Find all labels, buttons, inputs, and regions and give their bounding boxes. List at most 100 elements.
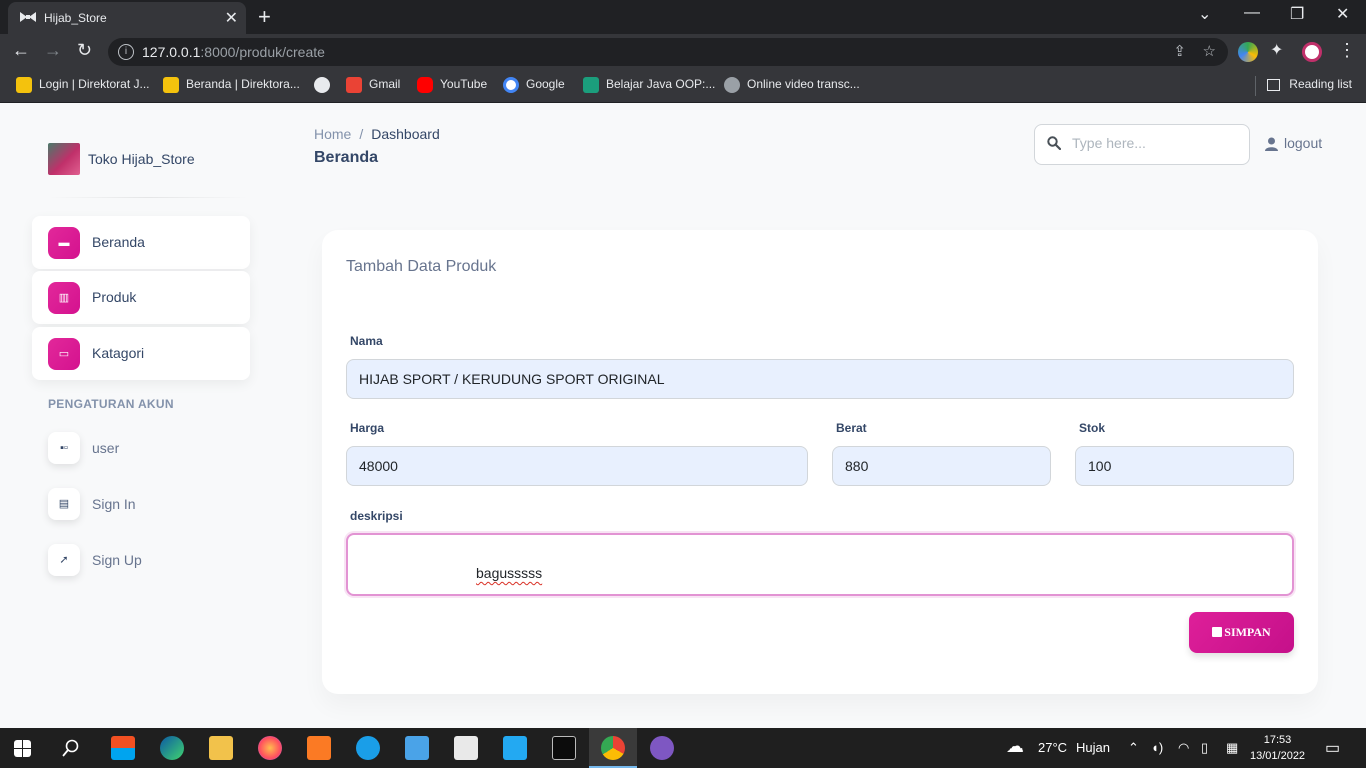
- browser-tab[interactable]: Hijab_Store ✕: [8, 2, 246, 34]
- card-title: Tambah Data Produk: [346, 258, 497, 275]
- bookmarks-bar: Login | Direktorat J... Beranda | Direkt…: [0, 70, 1366, 103]
- floppy-disk-icon: [1212, 627, 1223, 637]
- back-icon[interactable]: ←: [12, 40, 30, 61]
- firefox-icon[interactable]: [258, 736, 282, 760]
- gear-icon: [724, 77, 740, 93]
- calendar-app-icon[interactable]: [454, 736, 478, 760]
- puzzle-extensions-icon[interactable]: ✦: [1270, 40, 1283, 60]
- store-icon[interactable]: [111, 736, 135, 760]
- sidebar-divider: [48, 197, 248, 198]
- bookmark-google[interactable]: Google: [503, 77, 565, 93]
- sidebar-item-katagori[interactable]: ▭ Katagori: [32, 327, 250, 380]
- address-bar[interactable]: i 127.0.0.1:8000/produk/create ⇪ ☆: [108, 38, 1228, 66]
- sidebar-item-label: Beranda: [92, 234, 145, 250]
- internet-explorer-icon[interactable]: [356, 736, 380, 760]
- browser-tab-bar: Hijab_Store ✕ + ⌄ — ❐ ✕: [0, 0, 1366, 34]
- battery-icon[interactable]: ▯: [1201, 740, 1208, 756]
- sidebar-item-beranda[interactable]: ▬ Beranda: [32, 216, 250, 269]
- save-button[interactable]: SIMPAN: [1189, 612, 1294, 653]
- harga-label: Harga: [350, 421, 385, 435]
- brand-name: Toko Hijab_Store: [88, 151, 195, 167]
- github-desktop-icon[interactable]: [650, 736, 674, 760]
- berat-input[interactable]: [832, 446, 1051, 486]
- media-player-icon[interactable]: [405, 736, 429, 760]
- xampp-icon[interactable]: [307, 736, 331, 760]
- bookmark-separator: [1255, 76, 1256, 96]
- gmail-icon: [346, 77, 362, 93]
- bookmark-star-icon[interactable]: ☆: [1203, 42, 1216, 60]
- sidebar-item-produk[interactable]: ▥ Produk: [32, 271, 250, 324]
- globe-icon: [314, 77, 330, 93]
- chrome-icon[interactable]: [601, 736, 625, 760]
- app-page: Toko Hijab_Store ▬ Beranda ▥ Produk ▭ Ka…: [0, 103, 1366, 728]
- nama-label: Nama: [350, 334, 383, 348]
- user-icon: [1265, 137, 1278, 152]
- edge-icon[interactable]: [160, 736, 184, 760]
- notification-icon[interactable]: ▭: [1325, 738, 1340, 758]
- search-taskbar-icon[interactable]: [62, 739, 80, 757]
- site-info-icon[interactable]: i: [118, 44, 134, 60]
- bookmark-youtube[interactable]: YouTube: [417, 77, 487, 93]
- breadcrumb-home[interactable]: Home: [314, 126, 351, 142]
- terminal-icon[interactable]: [552, 736, 576, 760]
- document-icon: ▤: [48, 488, 80, 520]
- search-box: [1034, 124, 1250, 165]
- clock-time: 17:53: [1263, 734, 1292, 746]
- chevron-up-icon[interactable]: ⌃: [1128, 740, 1139, 756]
- menu-kebab-icon[interactable]: ⋮: [1338, 40, 1356, 61]
- close-window-icon[interactable]: ✕: [1336, 4, 1349, 24]
- volume-icon[interactable]: ◖): [1151, 740, 1163, 755]
- harga-input[interactable]: [346, 446, 808, 486]
- sidebar-item-label: user: [92, 440, 120, 456]
- logout-label: logout: [1284, 135, 1323, 151]
- weather-icon[interactable]: ☁: [1006, 736, 1024, 757]
- logout-link[interactable]: logout: [1265, 135, 1323, 152]
- clock[interactable]: 17:53 13/01/2022: [1250, 732, 1305, 764]
- profile-avatar[interactable]: [1302, 42, 1322, 62]
- browser-toolbar: ← → ↻ i 127.0.0.1:8000/produk/create ⇪ ☆…: [0, 34, 1366, 70]
- tab-search-icon[interactable]: ⌄: [1198, 4, 1211, 24]
- restore-icon[interactable]: ❐: [1290, 4, 1304, 24]
- windows-taskbar: ☁ 27°C Hujan ⌃ ◖) ◠ ▯ ▦ 17:53 13/01/2022…: [0, 728, 1366, 768]
- stok-input[interactable]: [1075, 446, 1294, 486]
- minimize-icon[interactable]: —: [1244, 4, 1260, 22]
- vscode-icon[interactable]: [503, 736, 527, 760]
- weather-temp[interactable]: 27°C: [1038, 740, 1067, 755]
- extension-icon[interactable]: [1238, 42, 1258, 62]
- tab-title: Hijab_Store: [44, 11, 107, 25]
- reading-list-icon: [1267, 78, 1281, 91]
- sidebar-item-label: Produk: [92, 289, 137, 305]
- page-title: Beranda: [314, 149, 379, 166]
- windows-start-icon[interactable]: [14, 740, 31, 757]
- deskripsi-textarea[interactable]: bagusssss: [346, 533, 1294, 596]
- product-form-card: Tambah Data Produk Nama Harga Berat Stok…: [322, 230, 1318, 694]
- bookmark-video[interactable]: Online video transc...: [724, 77, 860, 93]
- bookmark-gmail[interactable]: Gmail: [346, 77, 400, 93]
- close-tab-icon[interactable]: ✕: [225, 8, 238, 28]
- forward-icon[interactable]: →: [44, 40, 62, 61]
- reload-icon[interactable]: ↻: [77, 40, 92, 61]
- share-icon[interactable]: ⇪: [1173, 42, 1186, 60]
- wifi-icon[interactable]: ◠: [1178, 740, 1189, 756]
- stok-label: Stok: [1079, 421, 1106, 435]
- bookmark-login[interactable]: Login | Direktorat J...: [16, 77, 150, 93]
- bookmark-globe[interactable]: [314, 77, 337, 93]
- search-input[interactable]: [1072, 135, 1242, 151]
- youtube-icon: [417, 77, 433, 93]
- breadcrumb-separator: /: [359, 126, 364, 142]
- bookmark-favicon-icon: [163, 77, 179, 93]
- file-explorer-icon[interactable]: [209, 736, 233, 760]
- bookmark-java[interactable]: Belajar Java OOP:...: [583, 77, 715, 93]
- weather-text[interactable]: Hujan: [1076, 740, 1110, 755]
- language-icon[interactable]: ▦: [1226, 740, 1238, 756]
- bookmark-beranda[interactable]: Beranda | Direktora...: [163, 77, 300, 93]
- reading-list-button[interactable]: Reading list: [1267, 77, 1352, 91]
- credit-card-icon: ▭: [48, 338, 80, 370]
- search-icon: [1047, 136, 1061, 150]
- breadcrumb: Home / Dashboard: [314, 126, 440, 142]
- user-card-icon: ▪▫: [48, 432, 80, 464]
- deskripsi-label: deskripsi: [350, 509, 403, 523]
- new-tab-icon[interactable]: +: [258, 4, 271, 30]
- bookmark-favicon-icon: [16, 77, 32, 93]
- nama-input[interactable]: [346, 359, 1294, 399]
